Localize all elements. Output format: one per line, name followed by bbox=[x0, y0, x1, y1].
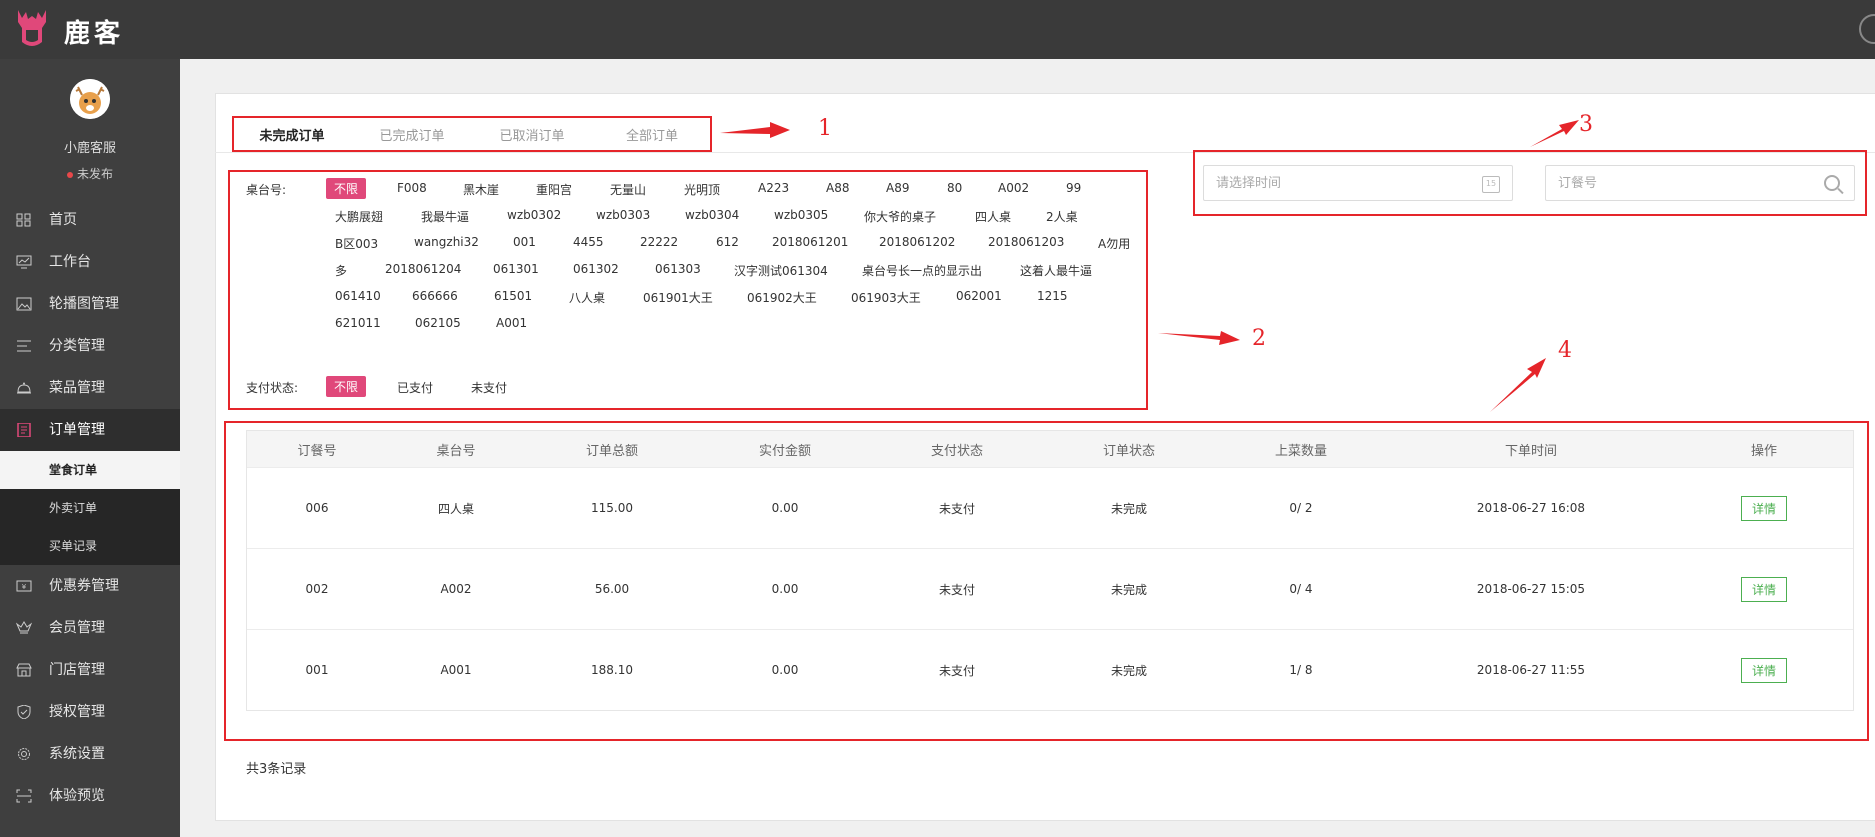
arrow-1-icon bbox=[720, 122, 790, 138]
arrow-3-icon bbox=[1530, 120, 1579, 147]
arrow-4-icon bbox=[1490, 358, 1546, 412]
annotation-label-3: 3 bbox=[1579, 112, 1593, 137]
annotation-label-2: 2 bbox=[1252, 326, 1266, 351]
annotation-label-4: 4 bbox=[1558, 338, 1572, 363]
annotation-arrows bbox=[720, 120, 1579, 412]
annotation-label-1: 1 bbox=[818, 116, 832, 141]
arrow-2-icon bbox=[1158, 331, 1240, 345]
